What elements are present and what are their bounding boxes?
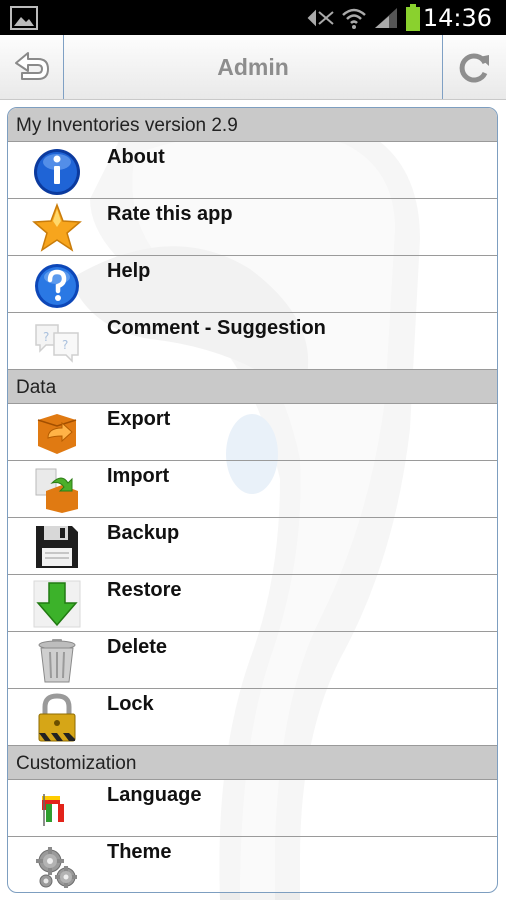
list-item-restore[interactable]: Restore [8, 575, 497, 632]
mute-icon [307, 9, 334, 27]
status-bar: 14:36 [0, 0, 506, 35]
info-icon [34, 149, 80, 195]
list-item-label: Theme [107, 841, 172, 863]
gallery-notification-icon [10, 6, 38, 30]
import-box-icon [35, 468, 78, 513]
comment-icon: ? ? [35, 324, 79, 363]
flags-icon [42, 794, 64, 826]
star-icon [32, 203, 82, 252]
list-item-label: Comment - Suggestion [107, 317, 326, 339]
list-item-help[interactable]: Help [8, 256, 497, 313]
settings-list: My Inventories version 2.9 About Rate th… [7, 107, 498, 893]
section-header-data: Data [8, 370, 497, 404]
export-box-icon [37, 414, 77, 454]
help-icon [35, 264, 79, 308]
list-item-delete[interactable]: Delete [8, 632, 497, 689]
list-item-label: About [107, 146, 165, 168]
list-item-label: Restore [107, 579, 182, 601]
list-item-backup[interactable]: Backup [8, 518, 497, 575]
section-header-customization: Customization [8, 746, 497, 780]
svg-text:?: ? [62, 338, 68, 352]
svg-text:?: ? [43, 330, 49, 344]
list-item-label: Rate this app [107, 203, 233, 225]
list-item-label: Export [107, 408, 171, 430]
page-title: Admin [217, 54, 289, 80]
list-item-comment-suggestion[interactable]: ? ? Comment - Suggestion [8, 313, 497, 370]
list-item-lock[interactable]: Lock [8, 689, 497, 746]
list-item-label: Backup [107, 522, 180, 544]
signal-icon [375, 8, 397, 28]
gears-icon [36, 847, 77, 888]
padlock-icon [38, 693, 76, 742]
refresh-icon [459, 53, 489, 83]
list-item-rate-this-app[interactable]: Rate this app [8, 199, 497, 256]
section-header-app: My Inventories version 2.9 [8, 108, 497, 142]
list-item-label: Delete [107, 636, 168, 658]
wifi-icon [342, 8, 366, 29]
down-arrow-icon [33, 580, 81, 628]
action-bar: Admin [0, 35, 506, 100]
list-item-about[interactable]: About [8, 142, 497, 199]
refresh-button[interactable] [442, 35, 506, 99]
list-item-import[interactable]: Import [8, 461, 497, 518]
list-item-theme[interactable]: Theme [8, 837, 497, 892]
status-time: 14:36 [422, 4, 492, 32]
list-item-label: Help [107, 260, 151, 282]
trash-can-icon [38, 639, 76, 683]
list-item-label: Lock [107, 693, 154, 715]
list-item-label: Import [107, 465, 170, 487]
list-item-label: Language [107, 784, 202, 806]
list-item-export[interactable]: Export [8, 404, 497, 461]
floppy-disk-icon [36, 526, 78, 568]
list-item-language[interactable]: Language [8, 780, 497, 837]
battery-icon [406, 4, 420, 31]
